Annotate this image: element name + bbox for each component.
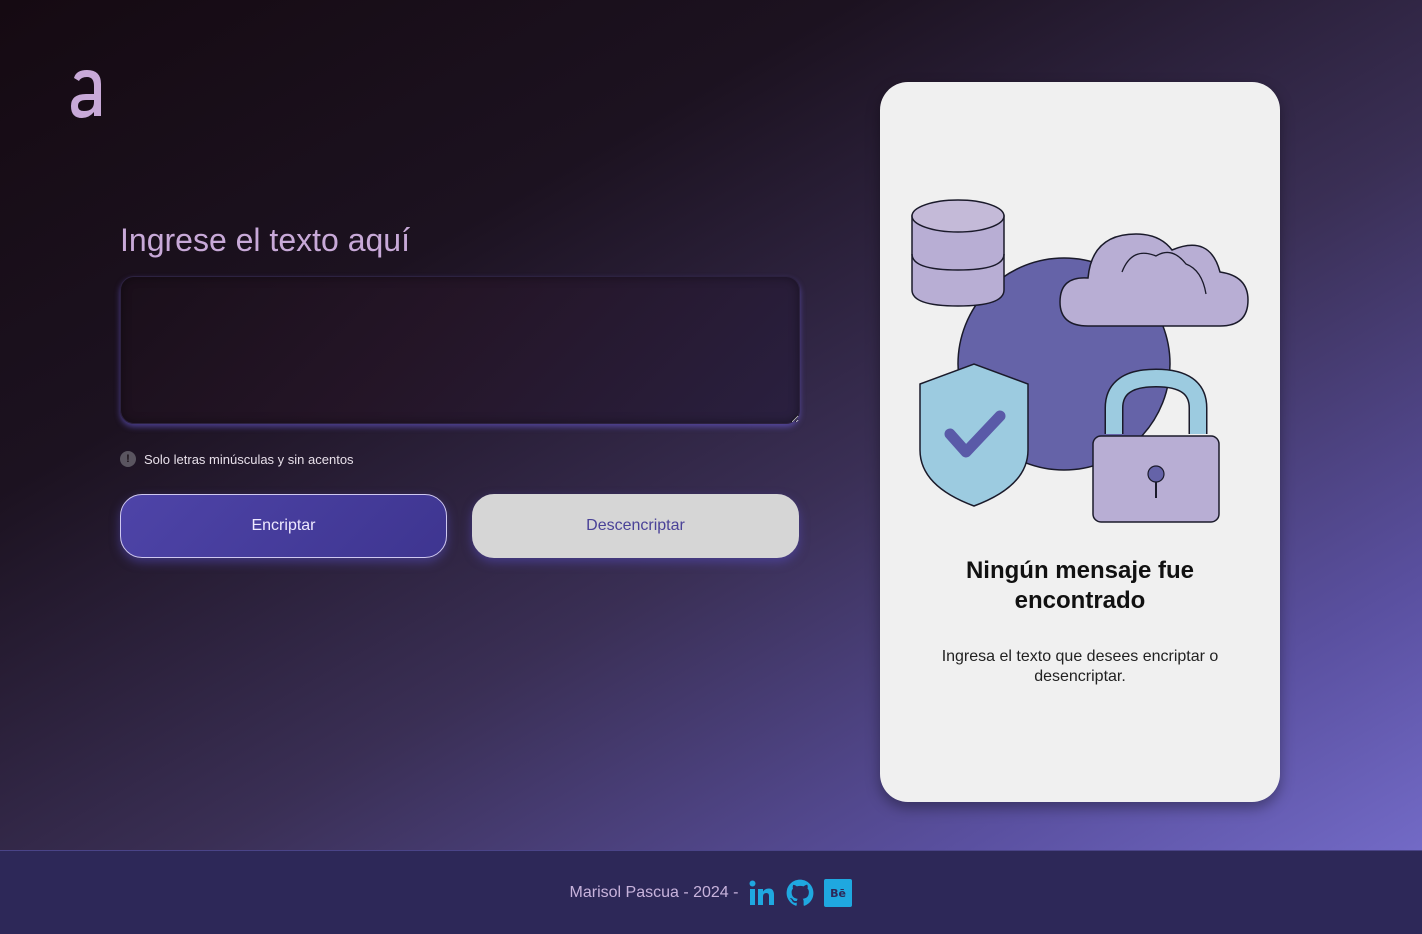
- text-input[interactable]: [120, 276, 800, 424]
- empty-state-description: Ingresa el texto que desees encriptar o …: [941, 648, 1219, 685]
- hint: ! Solo letras minúsculas y sin acentos: [120, 451, 354, 467]
- behance-glyph: Bē: [831, 887, 847, 900]
- github-icon[interactable]: [786, 879, 814, 907]
- encrypt-button[interactable]: Encriptar: [120, 494, 447, 558]
- letter-a-logo: [68, 66, 106, 122]
- footer-credit: Marisol Pascua - 2024 -: [569, 883, 739, 901]
- security-illustration: [910, 194, 1250, 534]
- decrypt-button[interactable]: Descencriptar: [472, 494, 799, 558]
- text-input-container: [120, 276, 800, 424]
- hint-text: Solo letras minúsculas y sin acentos: [144, 451, 354, 467]
- exclamation-icon: !: [120, 451, 136, 467]
- empty-state-title: Ningún mensaje fue encontrado: [965, 557, 1195, 614]
- behance-icon[interactable]: Bē: [824, 878, 853, 907]
- footer: Marisol Pascua - 2024 - Bē: [0, 850, 1422, 934]
- linkedin-icon[interactable]: [748, 879, 776, 907]
- result-card: Ningún mensaje fue encontrado Ingresa el…: [880, 82, 1280, 802]
- page-title: Ingrese el texto aquí: [120, 222, 410, 258]
